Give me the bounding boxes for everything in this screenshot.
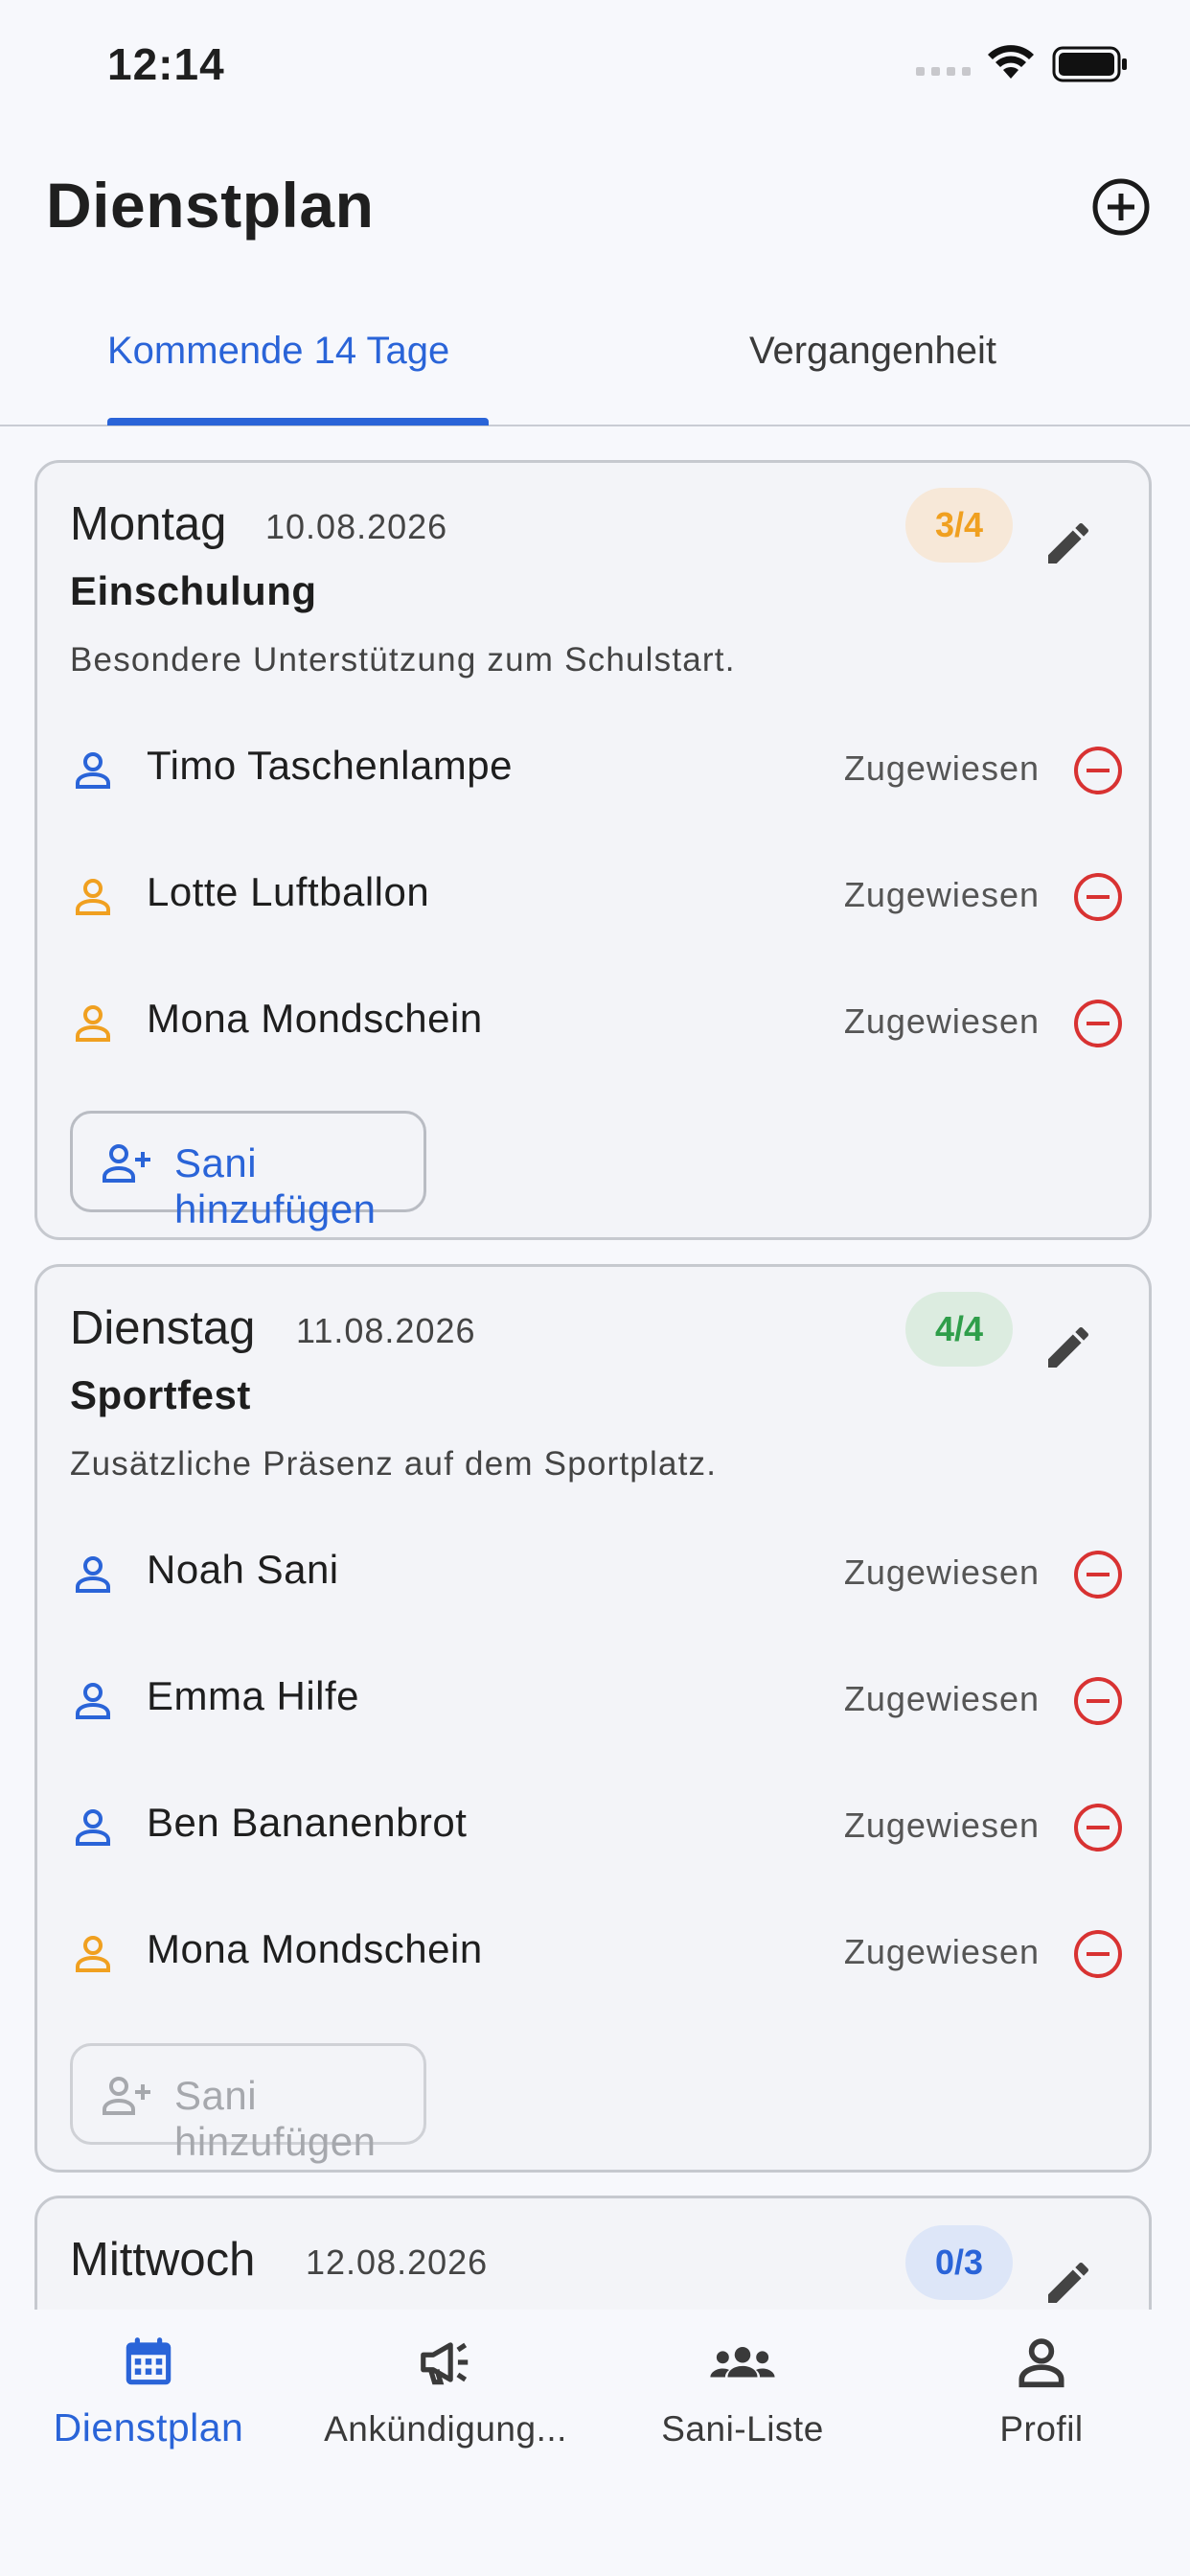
assignee-row: Mona Mondschein Zugewiesen — [70, 984, 1124, 1061]
nav-label: Sani-Liste — [661, 2409, 824, 2449]
add-sani-button[interactable]: Sani hinzufügen — [70, 2043, 426, 2164]
page-title: Dienstplan — [46, 170, 375, 241]
shift-date: 12.08.2026 — [306, 2242, 489, 2282]
shift-event: Sportfest — [70, 1372, 251, 1417]
shift-event: Einschulung — [70, 568, 317, 613]
nav-profile[interactable]: Profil — [893, 2310, 1190, 2501]
remove-circle-icon[interactable] — [1072, 1675, 1124, 1727]
assignee-name: Ben Bananenbrot — [147, 1800, 468, 1845]
assignee-name: Noah Sani — [147, 1547, 339, 1592]
person-add-icon — [103, 2077, 150, 2115]
person-icon — [76, 879, 110, 915]
assignee-row: Emma Hilfe Zugewiesen — [70, 1662, 1124, 1738]
assignee-row: Lotte Luftballon Zugewiesen — [70, 858, 1124, 934]
shift-date: 10.08.2026 — [265, 507, 448, 546]
assignee-name: Mona Mondschein — [147, 996, 483, 1041]
edit-icon[interactable] — [1041, 1321, 1095, 1374]
shift-card: Montag 10.08.2026 3/4 Einschulung Besond… — [34, 460, 1152, 1240]
assignee-name: Timo Taschenlampe — [147, 743, 514, 788]
shift-day: Montag — [70, 498, 227, 550]
edit-icon[interactable] — [1041, 2256, 1095, 2310]
nav-sani-list[interactable]: Sani-Liste — [594, 2310, 891, 2501]
assignee-row: Ben Bananenbrot Zugewiesen — [70, 1788, 1124, 1865]
remove-circle-icon[interactable] — [1072, 1549, 1124, 1600]
wifi-icon — [988, 45, 1034, 79]
add-sani-button[interactable]: Sani hinzufügen — [70, 1111, 426, 1231]
remove-circle-icon[interactable] — [1072, 1802, 1124, 1853]
shift-description: Zusätzliche Präsenz auf dem Sportplatz. — [70, 1445, 718, 1483]
nav-dienstplan[interactable]: Dienstplan — [0, 2310, 297, 2501]
assignee-name: Emma Hilfe — [147, 1673, 360, 1718]
assignee-status: Zugewiesen — [843, 748, 1040, 788]
calendar-icon — [126, 2337, 172, 2385]
person-icon — [76, 1683, 110, 1719]
assignee-name: Lotte Luftballon — [147, 869, 430, 914]
bottom-navigation: Dienstplan Ankündigung... Sani-Liste Pro… — [0, 2310, 1190, 2576]
assignee-status: Zugewiesen — [843, 1806, 1040, 1845]
person-icon — [76, 752, 110, 789]
edit-icon[interactable] — [1041, 517, 1095, 570]
staffing-badge: 4/4 — [905, 1292, 1013, 1367]
assignee-status: Zugewiesen — [843, 1679, 1040, 1718]
group-icon — [710, 2346, 775, 2378]
shift-day: Mittwoch — [70, 2234, 256, 2286]
battery-icon — [1052, 46, 1127, 82]
assignee-row: Timo Taschenlampe Zugewiesen — [70, 731, 1124, 808]
remove-circle-icon[interactable] — [1072, 745, 1124, 796]
person-icon — [76, 1005, 110, 1042]
assignee-status: Zugewiesen — [843, 875, 1040, 914]
status-time: 12:14 — [107, 39, 225, 89]
assignee-status: Zugewiesen — [843, 1001, 1040, 1041]
nav-label: Profil — [999, 2409, 1084, 2449]
tab-upcoming[interactable]: Kommende 14 Tage — [107, 330, 449, 373]
shift-card: Dienstag 11.08.2026 4/4 Sportfest Zusätz… — [34, 1264, 1152, 2173]
nav-label: Dienstplan — [53, 2405, 244, 2450]
remove-circle-icon[interactable] — [1072, 871, 1124, 923]
person-add-icon — [103, 1144, 150, 1183]
staffing-badge: 3/4 — [905, 488, 1013, 563]
add-sani-label: Sani hinzufügen — [174, 1140, 377, 1231]
shift-description: Besondere Unterstützung zum Schulstart. — [70, 641, 736, 678]
nav-announcements[interactable]: Ankündigung... — [297, 2310, 594, 2501]
assignee-name: Mona Mondschein — [147, 1926, 483, 1971]
shift-date: 11.08.2026 — [296, 1311, 476, 1350]
remove-circle-icon[interactable] — [1072, 998, 1124, 1049]
shift-day: Dienstag — [70, 1302, 256, 1354]
tab-past[interactable]: Vergangenheit — [749, 330, 996, 373]
remove-circle-icon[interactable] — [1072, 1928, 1124, 1980]
person-icon — [1018, 2338, 1064, 2388]
megaphone-icon — [421, 2342, 469, 2385]
person-icon — [76, 1556, 110, 1593]
person-icon — [76, 1936, 110, 1972]
tab-indicator — [107, 418, 489, 426]
person-icon — [76, 1809, 110, 1846]
add-circle-icon[interactable] — [1092, 178, 1150, 236]
staffing-badge: 0/3 — [905, 2225, 1013, 2300]
signal-icon — [916, 67, 971, 76]
assignee-row: Noah Sani Zugewiesen — [70, 1535, 1124, 1612]
assignee-row: Mona Mondschein Zugewiesen — [70, 1915, 1124, 1991]
nav-label: Ankündigung... — [324, 2409, 567, 2449]
assignee-status: Zugewiesen — [843, 1552, 1040, 1592]
add-sani-label: Sani hinzufügen — [174, 2073, 377, 2164]
assignee-status: Zugewiesen — [843, 1932, 1040, 1971]
